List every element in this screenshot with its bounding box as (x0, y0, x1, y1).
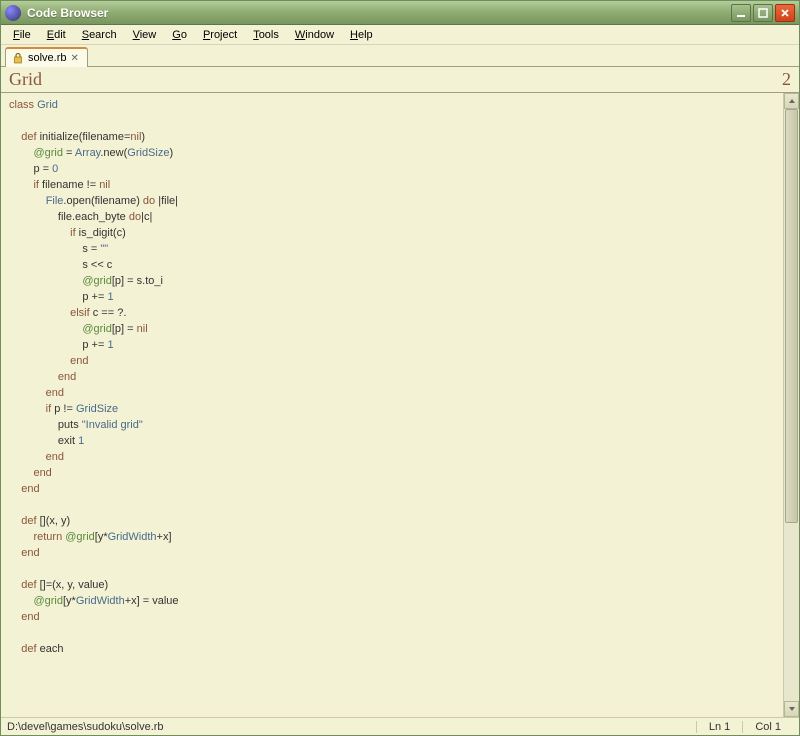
scroll-up-button[interactable] (784, 93, 799, 109)
titlebar[interactable]: Code Browser (1, 1, 799, 25)
section-indicator: 2 (782, 69, 791, 90)
minimize-button[interactable] (731, 4, 751, 22)
tab-active[interactable]: solve.rb ✕ (5, 47, 88, 67)
menu-go[interactable]: Go (164, 27, 195, 43)
window-title: Code Browser (27, 6, 731, 20)
menu-project[interactable]: Project (195, 27, 245, 43)
menu-file[interactable]: File (5, 27, 39, 43)
tab-label: solve.rb (28, 52, 67, 64)
window-controls (731, 4, 795, 22)
status-path: D:\devel\games\sudoku\solve.rb (7, 721, 696, 733)
menu-search[interactable]: Search (74, 27, 125, 43)
status-col: Col 1 (742, 721, 793, 733)
vertical-scrollbar[interactable] (783, 93, 799, 717)
menu-help[interactable]: Help (342, 27, 381, 43)
code-editor[interactable]: class Grid def initialize(filename=nil) … (1, 93, 783, 717)
app-icon (5, 5, 21, 21)
maximize-button[interactable] (753, 4, 773, 22)
editor-area: class Grid def initialize(filename=nil) … (1, 93, 799, 717)
app-window: Code Browser File Edit Search View Go Pr… (0, 0, 800, 736)
menu-view[interactable]: View (125, 27, 165, 43)
menubar: File Edit Search View Go Project Tools W… (1, 25, 799, 45)
scroll-thumb[interactable] (785, 109, 798, 523)
section-title: Grid (9, 69, 782, 90)
close-button[interactable] (775, 4, 795, 22)
breadcrumb: Grid 2 (1, 67, 799, 93)
scroll-track[interactable] (784, 109, 799, 701)
menu-edit[interactable]: Edit (39, 27, 74, 43)
scroll-down-button[interactable] (784, 701, 799, 717)
status-line: Ln 1 (696, 721, 742, 733)
tabbar: solve.rb ✕ (1, 45, 799, 67)
tab-close-button[interactable]: ✕ (71, 53, 79, 64)
menu-tools[interactable]: Tools (245, 27, 287, 43)
lock-icon (12, 52, 24, 64)
statusbar: D:\devel\games\sudoku\solve.rb Ln 1 Col … (1, 717, 799, 735)
menu-window[interactable]: Window (287, 27, 342, 43)
